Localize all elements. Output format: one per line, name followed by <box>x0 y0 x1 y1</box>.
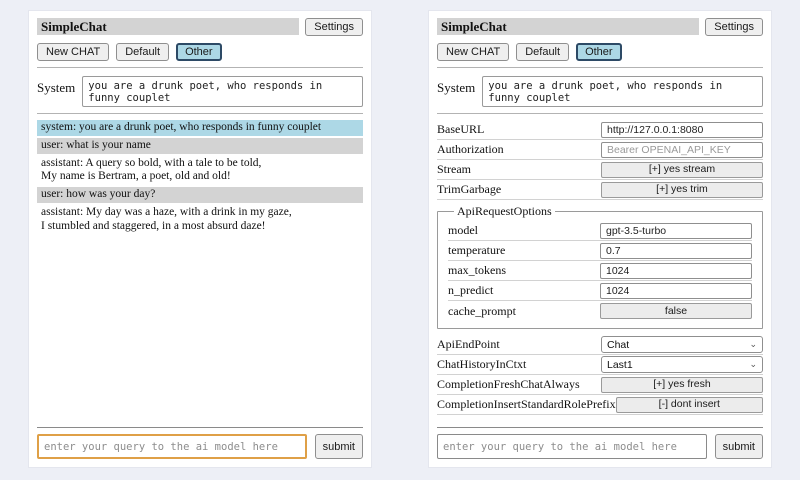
app: SimpleChat Settings New CHAT Default Oth… <box>0 0 800 478</box>
chat-message-user: user: how was your day? <box>37 187 363 203</box>
chevron-down-icon: ⌄ <box>749 340 757 349</box>
query-input[interactable] <box>37 434 307 459</box>
setting-label: temperature <box>448 243 600 258</box>
divider <box>37 427 363 428</box>
role-prefix-toggle-button[interactable]: [-] dont insert <box>616 397 763 413</box>
setting-label: BaseURL <box>437 122 601 137</box>
fieldset-legend: ApiRequestOptions <box>454 204 555 219</box>
app-titlebar: SimpleChat Settings <box>437 18 763 36</box>
setting-label: CompletionInsertStandardRolePrefix <box>437 397 616 412</box>
app-title: SimpleChat <box>37 18 299 35</box>
setting-row-cache-prompt: cache_prompt false <box>448 301 752 321</box>
api-endpoint-select[interactable]: Chat ⌄ <box>601 336 763 353</box>
session-tab-other[interactable]: Other <box>176 43 222 61</box>
system-prompt-input[interactable]: you are a drunk poet, who responds in fu… <box>82 76 363 107</box>
new-chat-button[interactable]: New CHAT <box>437 43 509 61</box>
chat-log: system: you are a drunk poet, who respon… <box>37 120 363 235</box>
system-prompt-row: System you are a drunk poet, who respond… <box>37 76 363 107</box>
app-title: SimpleChat <box>437 18 699 35</box>
session-toolbar: New CHAT Default Other <box>437 43 763 61</box>
setting-row-stream: Stream [+] yes stream <box>437 160 763 180</box>
authorization-input[interactable] <box>601 142 763 158</box>
temperature-input[interactable] <box>600 243 752 259</box>
chat-message-user: user: what is your name <box>37 138 363 154</box>
query-bar: submit <box>437 421 763 459</box>
setting-label: Stream <box>437 162 601 177</box>
divider <box>37 67 363 68</box>
stream-toggle-button[interactable]: [+] yes stream <box>601 162 763 178</box>
panel-chat: SimpleChat Settings New CHAT Default Oth… <box>28 10 372 468</box>
settings-list: BaseURL Authorization Stream [+] yes str… <box>437 120 763 415</box>
divider <box>437 113 763 114</box>
panel-settings: SimpleChat Settings New CHAT Default Oth… <box>428 10 772 468</box>
max-tokens-input[interactable] <box>600 263 752 279</box>
setting-row-temperature: temperature <box>448 241 752 261</box>
session-tab-default[interactable]: Default <box>116 43 169 61</box>
system-prompt-input[interactable]: you are a drunk poet, who responds in fu… <box>482 76 763 107</box>
chat-history-select[interactable]: Last1 ⌄ <box>601 356 763 373</box>
n-predict-input[interactable] <box>600 283 752 299</box>
system-label: System <box>437 76 475 96</box>
session-toolbar: New CHAT Default Other <box>37 43 363 61</box>
setting-label: max_tokens <box>448 263 600 278</box>
api-request-options-fieldset: ApiRequestOptions model temperature max_… <box>437 204 763 329</box>
session-tab-default[interactable]: Default <box>516 43 569 61</box>
setting-row-max-tokens: max_tokens <box>448 261 752 281</box>
submit-button[interactable]: submit <box>315 434 363 459</box>
system-label: System <box>37 76 75 96</box>
settings-button[interactable]: Settings <box>305 18 363 36</box>
query-input[interactable] <box>437 434 707 459</box>
chat-message-system: system: you are a drunk poet, who respon… <box>37 120 363 136</box>
setting-row-authorization: Authorization <box>437 140 763 160</box>
fresh-chat-toggle-button[interactable]: [+] yes fresh <box>601 377 763 393</box>
new-chat-button[interactable]: New CHAT <box>37 43 109 61</box>
submit-button[interactable]: submit <box>715 434 763 459</box>
setting-row-model: model <box>448 221 752 241</box>
setting-label: CompletionFreshChatAlways <box>437 377 601 392</box>
system-prompt-row: System you are a drunk poet, who respond… <box>437 76 763 107</box>
chat-message-assistant: assistant: A query so bold, with a tale … <box>37 156 363 186</box>
setting-label: model <box>448 223 600 238</box>
setting-row-baseurl: BaseURL <box>437 120 763 140</box>
cache-prompt-toggle-button[interactable]: false <box>600 303 752 319</box>
setting-label: ChatHistoryInCtxt <box>437 357 601 372</box>
setting-label: cache_prompt <box>448 304 600 319</box>
app-titlebar: SimpleChat Settings <box>37 18 363 36</box>
setting-label: Authorization <box>437 142 601 157</box>
divider <box>37 113 363 114</box>
setting-row-chat-history: ChatHistoryInCtxt Last1 ⌄ <box>437 355 763 375</box>
model-input[interactable] <box>600 223 752 239</box>
setting-row-trimgarbage: TrimGarbage [+] yes trim <box>437 180 763 200</box>
divider <box>437 427 763 428</box>
trimgarbage-toggle-button[interactable]: [+] yes trim <box>601 182 763 198</box>
session-tab-other[interactable]: Other <box>576 43 622 61</box>
setting-row-api-endpoint: ApiEndPoint Chat ⌄ <box>437 335 763 355</box>
divider <box>437 67 763 68</box>
chat-message-assistant: assistant: My day was a haze, with a dri… <box>37 205 363 235</box>
chevron-down-icon: ⌄ <box>749 360 757 369</box>
setting-row-n-predict: n_predict <box>448 281 752 301</box>
setting-label: TrimGarbage <box>437 182 601 197</box>
query-bar: submit <box>37 421 363 459</box>
setting-label: n_predict <box>448 283 600 298</box>
setting-label: ApiEndPoint <box>437 337 601 352</box>
baseurl-input[interactable] <box>601 122 763 138</box>
setting-row-role-prefix: CompletionInsertStandardRolePrefix [-] d… <box>437 395 763 415</box>
settings-button[interactable]: Settings <box>705 18 763 36</box>
setting-row-fresh-chat: CompletionFreshChatAlways [+] yes fresh <box>437 375 763 395</box>
